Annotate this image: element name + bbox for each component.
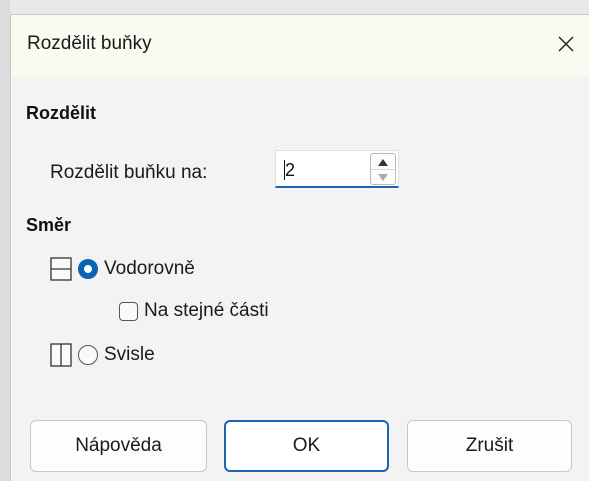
vertical-option-row: Svisle: [50, 343, 155, 367]
split-horizontal-icon: [50, 257, 72, 281]
horizontal-label[interactable]: Vodorovně: [104, 258, 195, 280]
split-count-label: Rozdělit buňku na:: [50, 162, 208, 183]
spin-buttons: [370, 153, 396, 185]
close-button[interactable]: [543, 15, 589, 77]
split-vertical-icon: [50, 343, 72, 367]
cancel-button[interactable]: Zrušit: [407, 420, 572, 472]
equal-parts-row: Na stejné části: [119, 300, 269, 322]
dialog-title: Rozdělit buňky: [27, 33, 152, 54]
title-bar: Rozdělit buňky: [11, 15, 589, 77]
close-icon: [557, 35, 575, 58]
split-count-value[interactable]: 2: [284, 160, 295, 180]
horizontal-radio[interactable]: [78, 259, 98, 279]
equal-parts-label[interactable]: Na stejné části: [144, 300, 269, 322]
help-button[interactable]: Nápověda: [30, 420, 207, 472]
horizontal-option-row: Vodorovně: [50, 257, 195, 281]
split-count-spinbox[interactable]: 2: [275, 150, 399, 188]
split-section-heading: Rozdělit: [26, 103, 96, 123]
background-window-edge: [0, 0, 10, 481]
equal-parts-checkbox[interactable]: [119, 301, 138, 321]
ok-button[interactable]: OK: [224, 420, 389, 472]
vertical-radio[interactable]: [78, 345, 98, 365]
arrow-down-icon: [378, 168, 388, 186]
split-cells-dialog: Rozdělit buňky Rozdělit Rozdělit buňku n…: [10, 14, 589, 481]
direction-section-heading: Směr: [26, 215, 72, 235]
spin-down-button[interactable]: [371, 169, 395, 184]
vertical-label[interactable]: Svisle: [104, 344, 155, 366]
